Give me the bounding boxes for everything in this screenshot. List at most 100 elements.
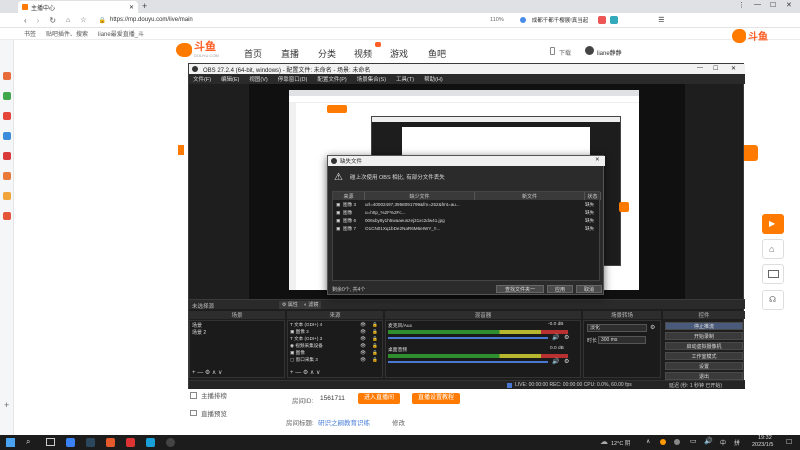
tray-up-icon[interactable]: ∧: [646, 438, 650, 445]
user-name[interactable]: liane静静: [597, 48, 622, 57]
douyu-logo-right[interactable]: 斗鱼: [732, 28, 768, 43]
source-item[interactable]: T 文本 (GDI+) 3 👁 🔒: [290, 336, 380, 343]
douyu-logo[interactable]: 斗鱼 DOUYU.COM: [176, 42, 219, 58]
sidebar-app-icon[interactable]: [3, 172, 11, 180]
taskbar-steam-icon[interactable]: [86, 438, 95, 447]
eye-icon[interactable]: 👁: [360, 336, 366, 342]
up-icon[interactable]: ∧: [310, 370, 314, 376]
sidebar-app-icon[interactable]: [3, 192, 11, 200]
virtual-camera-button[interactable]: 启动虚拟摄像机: [665, 342, 743, 350]
nav-video[interactable]: 视频: [354, 47, 372, 60]
obs-menu-file[interactable]: 文件(F): [193, 75, 211, 83]
search-directory-button[interactable]: 查找文件夹一: [496, 285, 544, 293]
add-icon[interactable]: +: [192, 370, 196, 376]
news-ticker[interactable]: 成都千都千樱展!真当起: [532, 16, 589, 24]
float-screen-button[interactable]: [762, 264, 784, 284]
lock-icon[interactable]: 🔒: [372, 322, 378, 328]
column-header[interactable]: 缺少文件: [365, 192, 475, 200]
float-headset-button[interactable]: ☊: [762, 290, 784, 310]
volume-icon[interactable]: 🔊: [704, 437, 713, 445]
settings-button[interactable]: 设置: [665, 362, 743, 370]
zoom-level[interactable]: 110%: [490, 17, 504, 23]
taskbar-app-icon[interactable]: [146, 438, 155, 447]
left-menu-item[interactable]: 直播预览: [190, 408, 227, 418]
sidebar-app-icon[interactable]: [3, 72, 11, 80]
obs-minimize-icon[interactable]: —: [697, 65, 703, 71]
close-window-icon[interactable]: ✕: [786, 1, 792, 9]
obs-menu-view[interactable]: 视图(V): [249, 75, 267, 83]
speaker-icon[interactable]: 🔊: [552, 358, 559, 365]
gear-icon[interactable]: ⚙: [564, 358, 569, 365]
lock-icon[interactable]: 🔒: [372, 350, 378, 356]
notification-icon[interactable]: ☐: [786, 438, 792, 446]
modify-link[interactable]: 修改: [392, 417, 405, 427]
lock-icon[interactable]: 🔒: [372, 343, 378, 349]
table-row[interactable]: ▣ 图像 u=http_%2F%2Fc... 缺失: [333, 209, 599, 217]
cancel-button[interactable]: 取消: [576, 285, 602, 293]
bookmark-item[interactable]: 贴吧插件、搜索: [46, 29, 88, 38]
clock-date[interactable]: 2023/1/5: [752, 442, 773, 448]
apply-button[interactable]: 应用: [547, 285, 573, 293]
lock-icon[interactable]: 🔒: [372, 357, 378, 363]
extensions-icon[interactable]: [598, 16, 607, 24]
gear-icon[interactable]: ⚙: [564, 334, 569, 341]
duration-field[interactable]: 300 ms: [598, 336, 646, 344]
volume-slider[interactable]: [388, 337, 548, 339]
back-icon[interactable]: ‹: [24, 16, 27, 25]
ime-icon-2[interactable]: 拼: [734, 438, 740, 447]
windows-start-icon[interactable]: [6, 438, 15, 447]
weather-text[interactable]: 12°C 阴: [611, 439, 630, 447]
studio-mode-button[interactable]: 工作室模式: [665, 352, 743, 360]
bookmark-item[interactable]: 书签: [24, 29, 36, 38]
volume-slider[interactable]: [388, 361, 548, 363]
float-home-button[interactable]: ⌂: [762, 239, 784, 259]
lock-icon[interactable]: 🔒: [372, 329, 378, 335]
obs-maximize-icon[interactable]: ☐: [713, 65, 718, 72]
obs-menu-profile[interactable]: 配置文件(P): [317, 75, 346, 83]
eye-icon[interactable]: 👁: [360, 322, 366, 328]
nav-home[interactable]: 首页: [244, 47, 262, 60]
maximize-icon[interactable]: ☐: [770, 1, 776, 9]
obs-menu-help[interactable]: 帮助(H): [424, 75, 443, 83]
table-row[interactable]: ▣ 图像 7 O1CN01Xq1bDe2NaR6M6eIWY_!!... 缺失: [333, 225, 599, 233]
nav-live[interactable]: 直播: [281, 47, 299, 60]
obs-menu-scenes[interactable]: 场景集合(S): [357, 75, 386, 83]
gear-icon[interactable]: ⚙: [303, 370, 308, 376]
source-item[interactable]: ▢ 窗口采集 3 👁 🔒: [290, 357, 380, 364]
obs-menu-tools[interactable]: 工具(T): [396, 75, 414, 83]
down-icon[interactable]: ∨: [316, 370, 320, 376]
download-link[interactable]: 下载: [559, 48, 571, 57]
eye-icon[interactable]: 👁: [360, 357, 366, 363]
home-icon[interactable]: ⌂: [66, 17, 70, 24]
remove-icon[interactable]: —: [295, 370, 301, 376]
nav-fishbar[interactable]: 鱼吧: [428, 47, 446, 60]
tab-close-icon[interactable]: ✕: [129, 4, 134, 11]
search-icon[interactable]: ⌕: [26, 437, 30, 447]
sidebar-app-icon[interactable]: [3, 92, 11, 100]
menu-icon[interactable]: ☰: [658, 16, 664, 24]
nav-game[interactable]: 游戏: [390, 47, 408, 60]
window-menu-icon[interactable]: ⋮: [738, 1, 745, 9]
bookmark-item[interactable]: liane最爱直播_斗: [98, 29, 144, 38]
avatar[interactable]: [585, 46, 594, 55]
source-item[interactable]: ▣ 图像 👁 🔒: [290, 350, 380, 357]
task-view-icon[interactable]: [46, 438, 55, 446]
eye-icon[interactable]: 👁: [360, 329, 366, 335]
new-tab-icon[interactable]: +: [142, 1, 147, 11]
float-play-button[interactable]: ▶: [762, 214, 784, 234]
transition-select[interactable]: 淡化: [587, 324, 647, 332]
nav-category[interactable]: 分类: [318, 47, 336, 60]
scene-item[interactable]: 场景 2: [192, 329, 282, 336]
transition-add-icon[interactable]: ⚙: [650, 324, 655, 331]
clock-time[interactable]: 19:32: [758, 435, 772, 441]
eye-icon[interactable]: 👁: [360, 350, 366, 356]
sidebar-app-icon[interactable]: [3, 132, 11, 140]
speaker-icon[interactable]: 🔊: [552, 334, 559, 341]
tray-app-icon[interactable]: [660, 439, 666, 445]
minimize-icon[interactable]: —: [754, 1, 761, 8]
taskbar-obs-icon[interactable]: [166, 438, 175, 447]
source-item[interactable]: T 文本 (GDI+) 4 👁 🔒: [290, 322, 380, 329]
column-header[interactable]: 来源: [333, 192, 365, 200]
network-icon[interactable]: ▭: [690, 437, 697, 445]
forward-icon[interactable]: ›: [37, 16, 40, 25]
